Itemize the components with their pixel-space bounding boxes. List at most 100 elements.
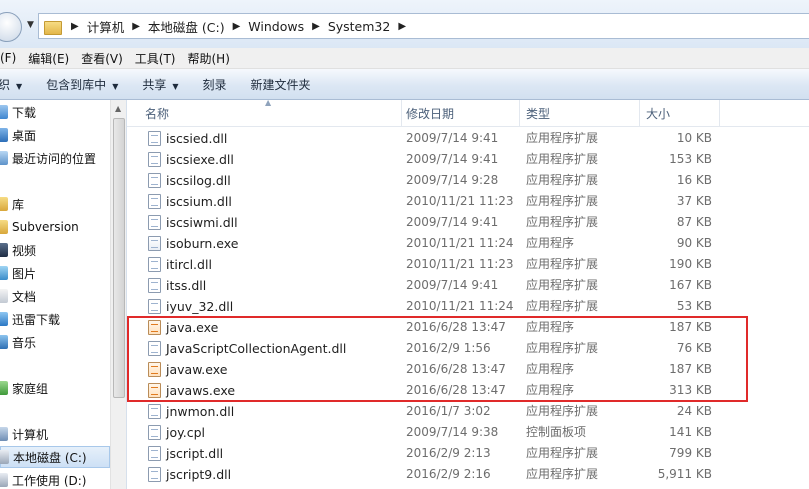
- file-type: 应用程序: [526, 320, 575, 334]
- menu-view[interactable]: 查看(V): [75, 50, 129, 67]
- nav-item-music[interactable]: 音乐: [0, 331, 110, 353]
- file-type: 应用程序扩展: [526, 341, 599, 355]
- file-row[interactable]: iscsiexe.dll 2009/7/14 9:41 应用程序扩展 153 KB: [144, 149, 746, 170]
- file-type: 应用程序扩展: [526, 278, 599, 292]
- file-row[interactable]: jscript9.dll 2016/2/9 2:16 应用程序扩展 5,911 KB: [144, 464, 746, 485]
- file-row[interactable]: isoburn.exe 2010/11/21 11:24 应用程序 90 KB: [144, 233, 746, 254]
- nav-item-documents[interactable]: 文档: [0, 285, 110, 307]
- breadcrumb-item-local-disk[interactable]: 本地磁盘 (C:): [148, 17, 225, 36]
- file-row[interactable]: iscsiwmi.dll 2009/7/14 9:41 应用程序扩展 87 KB: [144, 212, 746, 233]
- nav-item-homegroup[interactable]: 家庭组: [0, 377, 110, 399]
- file-row[interactable]: iscsium.dll 2010/11/21 11:23 应用程序扩展 37 KB: [144, 191, 746, 212]
- breadcrumb-separator-icon[interactable]: ▶: [304, 21, 328, 32]
- file-date: 2016/6/28 13:47: [406, 362, 506, 376]
- file-date: 2009/7/14 9:38: [406, 425, 499, 439]
- file-row[interactable]: joy.cpl 2009/7/14 9:38 控制面板项 141 KB: [144, 422, 746, 443]
- file-date: 2009/7/14 9:41: [406, 131, 499, 145]
- new-folder-button[interactable]: 新建文件夹: [239, 76, 323, 93]
- nav-item-downloads[interactable]: 下载: [0, 101, 110, 123]
- local-disk-icon: [0, 450, 9, 464]
- nav-item-label: 最近访问的位置: [12, 151, 97, 166]
- file-row[interactable]: itss.dll 2009/7/14 9:41 应用程序扩展 167 KB: [144, 275, 746, 296]
- file-date: 2010/11/21 11:23: [406, 194, 514, 208]
- file-size: 153 KB: [669, 152, 712, 166]
- file-name: jscript9.dll: [166, 467, 232, 482]
- command-bar: 织 ▼ 包含到库中 ▼ 共享 ▼ 刻录 新建文件夹: [0, 69, 809, 100]
- file-row[interactable]: javaws.exe 2016/6/28 13:47 应用程序 313 KB: [144, 380, 746, 401]
- file-type: 应用程序扩展: [526, 215, 599, 229]
- breadcrumb-item-computer[interactable]: 计算机: [87, 17, 125, 36]
- menu-file[interactable]: (F): [0, 51, 22, 65]
- file-size: 799 KB: [669, 446, 712, 460]
- file-type: 应用程序: [526, 362, 575, 376]
- column-header-type-label: 类型: [526, 107, 551, 121]
- file-date: 2016/2/9 2:13: [406, 446, 491, 460]
- nav-item-recent-places[interactable]: 最近访问的位置: [0, 147, 110, 169]
- breadcrumb-item-system32[interactable]: System32: [328, 19, 391, 34]
- menu-tools[interactable]: 工具(T): [129, 50, 182, 67]
- column-header-date[interactable]: 修改日期: [400, 100, 520, 127]
- column-header-size[interactable]: 大小: [640, 100, 720, 127]
- column-header-name[interactable]: 名称: [139, 100, 402, 127]
- share-button[interactable]: 共享 ▼: [130, 76, 190, 93]
- organize-button[interactable]: 织 ▼: [0, 76, 34, 93]
- nav-item-libraries[interactable]: 库: [0, 193, 110, 215]
- breadcrumb-separator-icon[interactable]: ▶: [225, 21, 249, 32]
- nav-item-subversion[interactable]: Subversion: [0, 216, 110, 238]
- file-row[interactable]: iscsilog.dll 2009/7/14 9:28 应用程序扩展 16 KB: [144, 170, 746, 191]
- nav-item-pictures[interactable]: 图片: [0, 262, 110, 284]
- breadcrumb-separator-icon[interactable]: ▶: [390, 21, 414, 32]
- file-list: ▲ 名称 修改日期 类型 大小 iscsied.dll 2009/7/14 9:4…: [127, 100, 809, 489]
- share-label: 共享: [142, 77, 167, 92]
- file-row[interactable]: iscsied.dll 2009/7/14 9:41 应用程序扩展 10 KB: [144, 128, 746, 149]
- back-button[interactable]: [0, 12, 22, 42]
- file-date: 2016/2/9 1:56: [406, 341, 491, 355]
- chevron-down-icon: ▼: [16, 81, 23, 91]
- nav-item-videos[interactable]: 视频: [0, 239, 110, 261]
- nav-pane-scroll-thumb[interactable]: [113, 118, 125, 398]
- file-row[interactable]: itircl.dll 2010/11/21 11:23 应用程序扩展 190 KB: [144, 254, 746, 275]
- nav-item-computer[interactable]: 计算机: [0, 423, 110, 445]
- drive-icon: [0, 473, 8, 487]
- homegroup-icon: [0, 381, 8, 395]
- breadcrumb-separator-icon[interactable]: ▶: [63, 21, 87, 32]
- file-row[interactable]: jnwmon.dll 2016/1/7 3:02 应用程序扩展 24 KB: [144, 401, 746, 422]
- breadcrumb-item-windows[interactable]: Windows: [248, 19, 304, 34]
- nav-item-local-disk-c[interactable]: 本地磁盘 (C:): [0, 446, 110, 468]
- file-name: iyuv_32.dll: [166, 299, 234, 314]
- include-in-library-button[interactable]: 包含到库中 ▼: [34, 76, 130, 93]
- dll-file-icon: [148, 215, 161, 230]
- nav-item-label: 桌面: [12, 128, 37, 143]
- nav-item-drive-d[interactable]: 工作使用 (D:): [0, 469, 110, 489]
- subversion-icon: [0, 220, 8, 234]
- file-size: 5,911 KB: [657, 467, 712, 481]
- file-row[interactable]: javaw.exe 2016/6/28 13:47 应用程序 187 KB: [144, 359, 746, 380]
- menu-edit[interactable]: 编辑(E): [22, 50, 75, 67]
- menu-help[interactable]: 帮助(H): [182, 50, 236, 67]
- nav-item-desktop[interactable]: 桌面: [0, 124, 110, 146]
- file-name: iscsium.dll: [166, 194, 232, 209]
- file-row[interactable]: jscript.dll 2016/2/9 2:13 应用程序扩展 799 KB: [144, 443, 746, 464]
- file-row[interactable]: iyuv_32.dll 2010/11/21 11:24 应用程序扩展 53 KB: [144, 296, 746, 317]
- burn-button[interactable]: 刻录: [191, 76, 239, 93]
- file-name: javaws.exe: [166, 383, 236, 398]
- file-type: 应用程序扩展: [526, 467, 599, 481]
- breadcrumb-separator-icon[interactable]: ▶: [124, 21, 148, 32]
- column-header-type[interactable]: 类型: [520, 100, 640, 127]
- column-header-row: ▲ 名称 修改日期 类型 大小: [127, 100, 809, 127]
- nav-item-thunder-download[interactable]: 迅雷下载: [0, 308, 110, 330]
- dll-file-icon: [148, 173, 161, 188]
- java-exe-icon: [148, 362, 161, 377]
- file-row[interactable]: JavaScriptCollectionAgent.dll 2016/2/9 1:…: [144, 338, 746, 359]
- nav-item-label: 本地磁盘 (C:): [13, 450, 87, 465]
- address-bar: ▼ ▶ 计算机 ▶ 本地磁盘 (C:) ▶ Windows ▶ System32…: [0, 0, 809, 48]
- file-size: 90 KB: [676, 236, 712, 250]
- scroll-up-arrow-icon[interactable]: ▲: [115, 104, 121, 113]
- library-icon: [0, 197, 8, 211]
- breadcrumb[interactable]: ▶ 计算机 ▶ 本地磁盘 (C:) ▶ Windows ▶ System32 ▶: [38, 13, 809, 39]
- recent-pages-chevron-icon[interactable]: ▼: [27, 20, 34, 30]
- nav-pane-scrollbar[interactable]: ▲: [110, 100, 126, 489]
- music-icon: [0, 335, 8, 349]
- file-row[interactable]: java.exe 2016/6/28 13:47 应用程序 187 KB: [144, 317, 746, 338]
- organize-label: 织: [0, 77, 11, 92]
